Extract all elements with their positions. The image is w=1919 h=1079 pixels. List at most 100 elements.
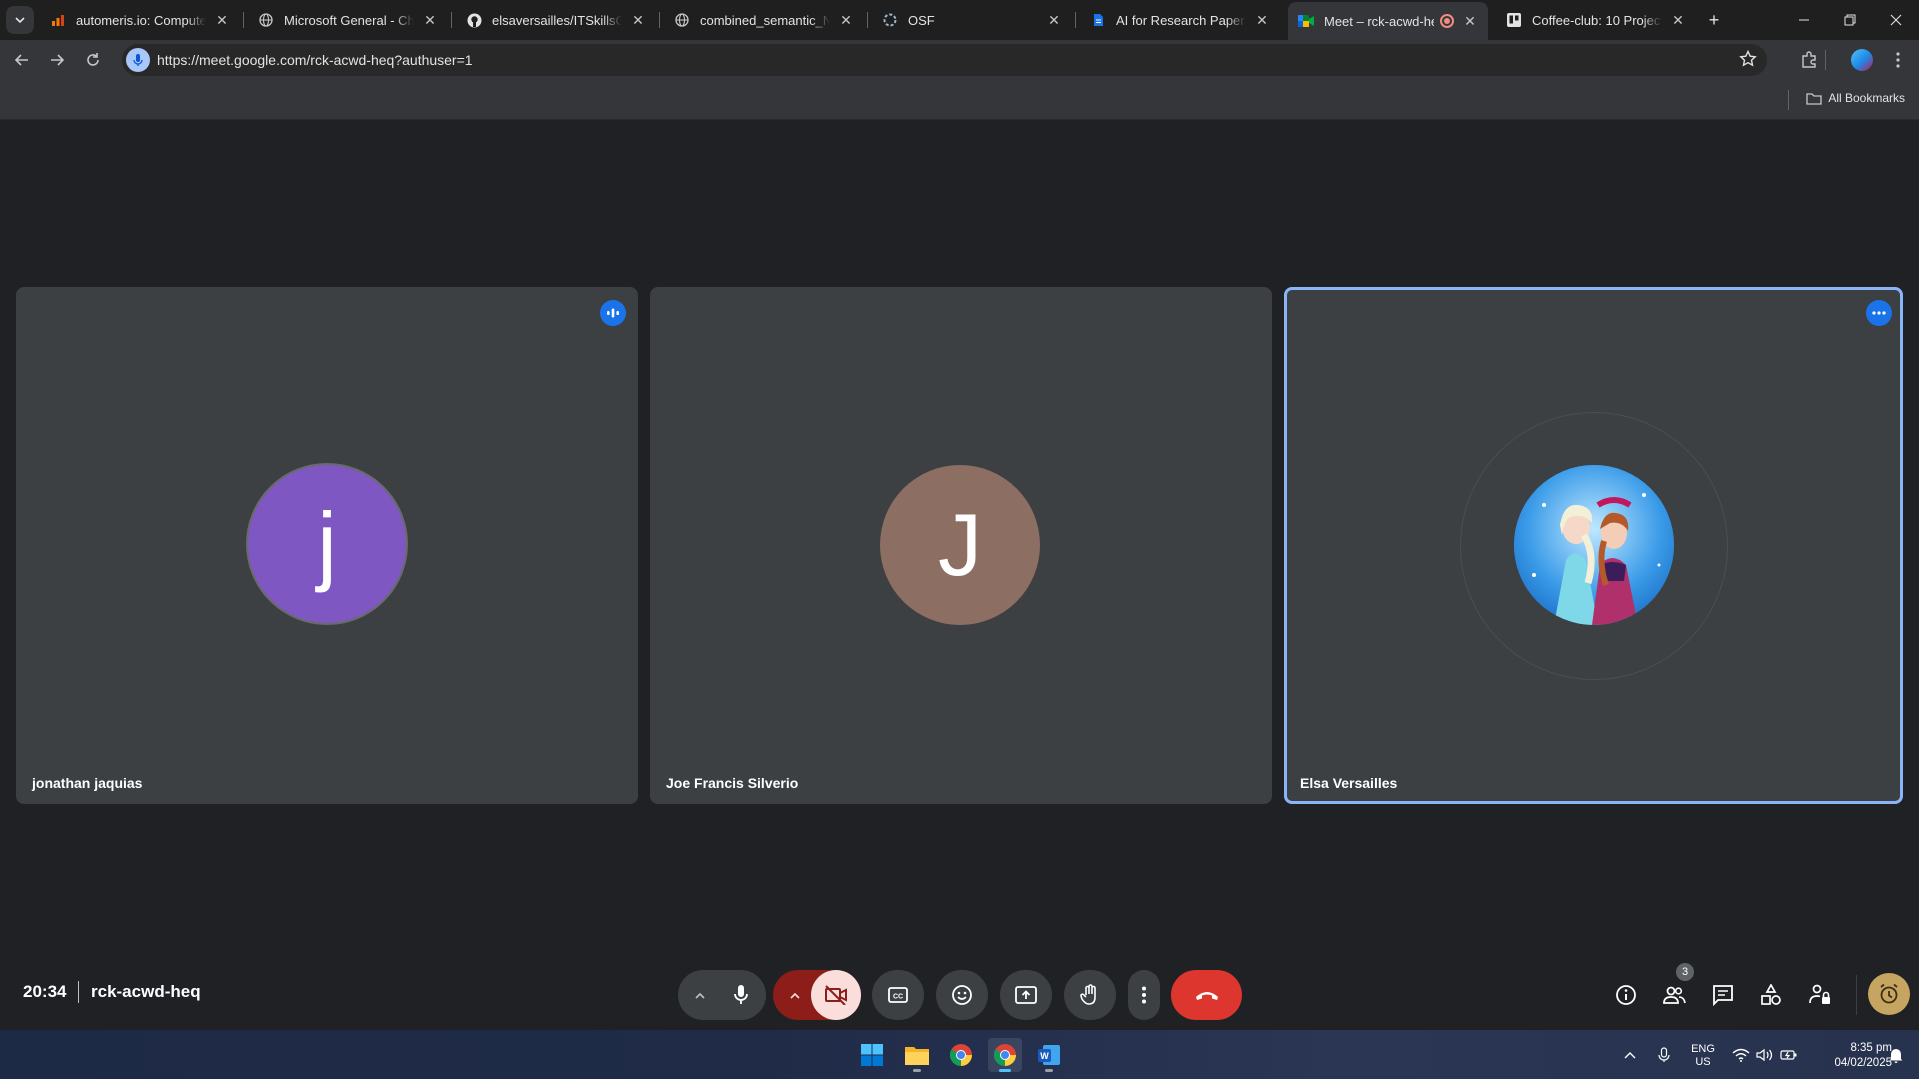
chrome-menu-button[interactable] <box>1884 46 1912 74</box>
participant-tile-elsa[interactable]: Elsa Versailles <box>1284 287 1903 804</box>
restore-button[interactable] <box>1827 0 1873 40</box>
extensions-button[interactable] <box>1795 46 1823 74</box>
host-controls-button[interactable] <box>1800 975 1840 1015</box>
leave-call-button[interactable] <box>1171 970 1242 1020</box>
address-bar[interactable]: https://meet.google.com/rck-acwd-heq?aut… <box>122 44 1767 76</box>
language-code: ENG <box>1691 1043 1715 1055</box>
close-icon[interactable]: ✕ <box>422 12 438 28</box>
more-options-button[interactable] <box>1866 300 1892 326</box>
microphone-icon <box>734 985 748 1004</box>
tab-automeris[interactable]: automeris.io: Computer vi ✕ <box>40 4 240 36</box>
tab-title: automeris.io: Computer vi <box>76 12 206 28</box>
all-bookmarks-button[interactable]: All Bookmarks <box>1806 91 1905 105</box>
bookmarks-bar: All Bookmarks <box>0 80 1919 120</box>
word-taskbar-button[interactable]: W <box>1032 1038 1066 1072</box>
tab-osf[interactable]: OSF ✕ <box>872 4 1072 36</box>
close-icon[interactable]: ✕ <box>838 12 854 28</box>
tab-meet[interactable]: Meet – rck-acwd-heq ✕ <box>1288 2 1488 40</box>
url-text[interactable]: https://meet.google.com/rck-acwd-heq?aut… <box>157 52 473 68</box>
emoji-icon <box>952 985 972 1005</box>
volume-icon <box>1756 1048 1773 1062</box>
reactions-button[interactable] <box>936 970 988 1020</box>
word-icon: W <box>1038 1045 1060 1065</box>
close-icon[interactable]: ✕ <box>214 12 230 28</box>
reload-button[interactable] <box>79 46 107 74</box>
tab-title: combined_semantic_NC_ <box>700 12 830 28</box>
new-tab-button[interactable]: + <box>1700 6 1728 34</box>
file-explorer-button[interactable] <box>900 1038 934 1072</box>
tab-title: Coffee-club: 10 Projects | <box>1532 12 1662 28</box>
present-screen-button[interactable] <box>1000 970 1052 1020</box>
folder-icon <box>905 1047 929 1065</box>
chevron-down-icon <box>15 17 25 24</box>
bar-chart-icon <box>50 12 66 28</box>
people-button[interactable]: 3 <box>1654 963 1694 1015</box>
raise-hand-button[interactable] <box>1064 970 1116 1020</box>
camera-off-button[interactable] <box>811 970 861 1020</box>
tab-search-button[interactable] <box>6 6 34 34</box>
audio-options-button[interactable] <box>688 985 712 1005</box>
microphone-tray-icon[interactable] <box>1652 1038 1676 1072</box>
tab-combined-semantic[interactable]: combined_semantic_NC_ ✕ <box>664 4 864 36</box>
doc-icon <box>1090 12 1106 28</box>
folder-icon <box>1806 92 1822 105</box>
tab-title: AI for Research Paper Wri <box>1116 12 1246 28</box>
tab-strip: automeris.io: Computer vi ✕ Microsoft Ge… <box>0 0 1919 40</box>
participant-name: jonathan jaquias <box>32 775 143 791</box>
close-icon[interactable]: ✕ <box>1046 12 1062 28</box>
start-button[interactable] <box>855 1038 889 1072</box>
chevron-up-icon <box>790 992 800 999</box>
participant-tile-joe[interactable]: J Joe Francis Silverio <box>650 287 1272 804</box>
chrome-active-taskbar-button[interactable] <box>988 1038 1022 1072</box>
language-indicator[interactable]: ENG US <box>1690 1043 1716 1069</box>
avatar: J <box>880 465 1040 625</box>
microphone-in-use-icon[interactable] <box>126 48 150 72</box>
chrome-taskbar-button[interactable] <box>944 1038 978 1072</box>
audio-control-group <box>678 970 766 1020</box>
arrow-right-icon <box>51 54 65 66</box>
captions-button[interactable]: CC <box>872 970 924 1020</box>
tab-github[interactable]: elsaversailles/ITSkillsGap ✕ <box>456 4 656 36</box>
close-icon[interactable]: ✕ <box>630 12 646 28</box>
tab-microsoft-general[interactable]: Microsoft General - Check ✕ <box>248 4 448 36</box>
meet-controls-bar: 20:34 rck-acwd-heq CC 3 <box>0 955 1919 1030</box>
notifications-button[interactable] <box>1884 1038 1908 1072</box>
close-icon[interactable]: ✕ <box>1462 13 1478 29</box>
minimize-button[interactable] <box>1781 0 1827 40</box>
profile-avatar[interactable] <box>1848 46 1876 74</box>
chevron-up-icon <box>695 992 705 999</box>
quick-settings-button[interactable] <box>1729 1038 1801 1072</box>
close-icon[interactable]: ✕ <box>1254 12 1270 28</box>
video-options-button[interactable] <box>783 985 807 1005</box>
frozen-elsa-anna-image <box>1514 465 1674 625</box>
windows-logo-icon <box>861 1044 883 1066</box>
system-clock[interactable]: 8:35 pm 04/02/2025 <box>1812 1041 1892 1071</box>
video-control-group <box>773 970 861 1020</box>
system-time: 8:35 pm <box>1850 1042 1892 1054</box>
forward-button[interactable] <box>43 46 71 74</box>
close-icon <box>1890 14 1902 26</box>
more-options-button[interactable] <box>1128 970 1160 1020</box>
chat-icon <box>1713 985 1733 1006</box>
tab-coffee-club[interactable]: Coffee-club: 10 Projects | ✕ <box>1496 4 1696 36</box>
arrow-left-icon <box>14 54 28 66</box>
close-window-button[interactable] <box>1873 0 1919 40</box>
recording-icon <box>1440 14 1454 28</box>
back-button[interactable] <box>8 46 36 74</box>
activities-button[interactable] <box>1751 975 1791 1015</box>
participant-tile-jonathan[interactable]: j jonathan jaquias <box>16 287 638 804</box>
minimize-icon <box>1799 19 1809 21</box>
svg-text:CC: CC <box>893 994 903 1001</box>
meeting-code: rck-acwd-heq <box>91 982 201 1001</box>
tab-ai-research[interactable]: AI for Research Paper Wri ✕ <box>1080 4 1280 36</box>
avatar: j <box>246 463 408 625</box>
camera-off-icon <box>825 985 847 1005</box>
chat-button[interactable] <box>1703 975 1743 1015</box>
show-hidden-icons-button[interactable] <box>1618 1038 1642 1072</box>
microphone-button[interactable] <box>716 970 766 1020</box>
bookmark-star-button[interactable] <box>1739 49 1759 70</box>
close-icon[interactable]: ✕ <box>1670 12 1686 28</box>
participant-count: 3 <box>1681 966 1689 978</box>
meeting-details-button[interactable] <box>1606 975 1646 1015</box>
timer-button[interactable] <box>1868 973 1910 1015</box>
